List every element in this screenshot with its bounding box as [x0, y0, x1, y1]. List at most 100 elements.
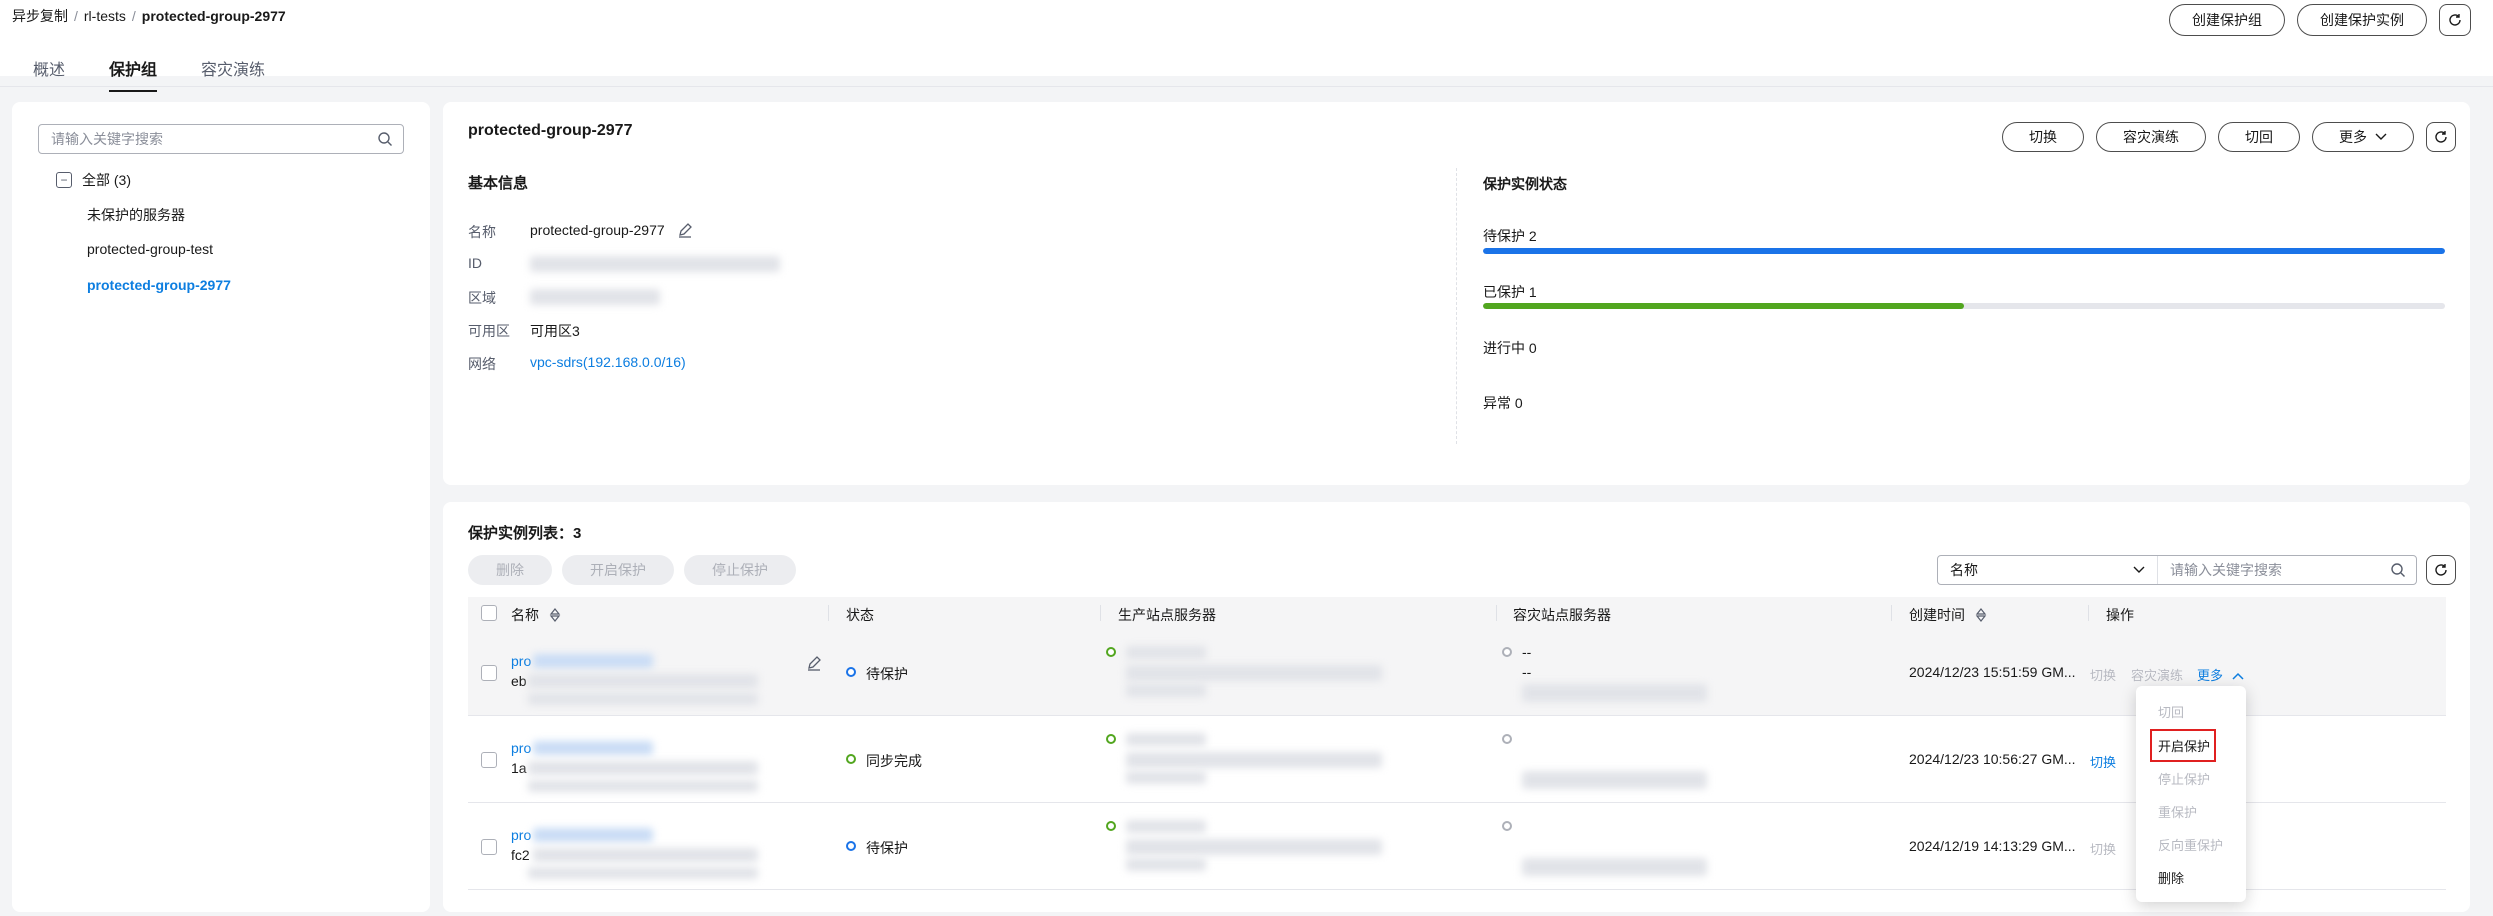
header-sep — [828, 605, 829, 621]
instance-id: fc2 — [511, 847, 530, 863]
tree-search — [38, 124, 404, 154]
dr-server-redacted — [1522, 858, 1707, 876]
search-icon[interactable] — [377, 131, 393, 147]
dr-status-dot — [1502, 647, 1512, 657]
row-checkbox[interactable] — [481, 665, 497, 681]
filter-search-icon-wrap[interactable] — [2390, 556, 2416, 584]
dr-drill-button[interactable]: 容灾演练 — [2096, 122, 2206, 152]
create-instance-button[interactable]: 创建保护实例 — [2297, 4, 2427, 36]
detail-actions: 切换 容灾演练 切回 更多 — [2002, 122, 2456, 152]
header-created[interactable]: 创建时间 — [1909, 605, 1987, 625]
az-value: 可用区3 — [530, 323, 580, 339]
tree-root-label: 全部 (3) — [82, 172, 131, 188]
instance-extra-redacted — [528, 780, 758, 792]
collapse-icon[interactable]: − — [56, 172, 72, 188]
menu-item-delete[interactable]: 删除 — [2158, 868, 2184, 887]
network-link[interactable]: vpc-sdrs(192.168.0.0/16) — [530, 354, 686, 370]
prod-server-redacted — [1126, 733, 1206, 746]
filter-search-input[interactable] — [2158, 556, 2390, 584]
instance-name-link[interactable]: pro — [511, 653, 531, 669]
menu-item-reverse-reprotect[interactable]: 反向重保护 — [2158, 835, 2223, 854]
list-filter: 名称 — [1937, 555, 2417, 585]
prod-server-detail-redacted — [1126, 839, 1382, 855]
failback-button[interactable]: 切回 — [2218, 122, 2300, 152]
refresh-button[interactable] — [2439, 4, 2471, 36]
sort-icon[interactable] — [549, 608, 561, 622]
dr-status-dot — [1502, 821, 1512, 831]
status-dot — [846, 667, 856, 677]
menu-item-failback[interactable]: 切回 — [2158, 702, 2184, 721]
start-protection-button[interactable]: 开启保护 — [562, 555, 674, 585]
prod-server-redacted — [1126, 646, 1206, 659]
row-checkbox[interactable] — [481, 839, 497, 855]
status-in-progress-label: 进行中 0 — [1483, 340, 1537, 356]
breadcrumb-item-async-replication[interactable]: 异步复制 — [12, 8, 68, 24]
name-value: protected-group-2977 — [530, 222, 693, 238]
row-checkbox[interactable] — [481, 752, 497, 768]
prod-server-redacted — [1126, 820, 1206, 833]
breadcrumb-item-project[interactable]: rl-tests — [84, 8, 126, 24]
created-time: 2024/12/23 10:56:27 GM... — [1909, 751, 2076, 767]
id-label: ID — [468, 255, 482, 271]
tab-protection-group[interactable]: 保护组 — [109, 56, 158, 92]
prod-server-extra-redacted — [1126, 684, 1206, 697]
header-name[interactable]: 名称 — [511, 605, 561, 625]
row-more-action[interactable]: 更多 — [2197, 665, 2244, 684]
header-name-label: 名称 — [511, 607, 539, 623]
switch-button[interactable]: 切换 — [2002, 122, 2084, 152]
delete-button[interactable]: 删除 — [468, 555, 552, 585]
group-title: protected-group-2977 — [468, 122, 633, 139]
more-button[interactable]: 更多 — [2312, 122, 2414, 152]
tab-dr-drill[interactable]: 容灾演练 — [201, 56, 265, 88]
prod-server-detail-redacted — [1126, 752, 1382, 768]
header-prod-server: 生产站点服务器 — [1118, 607, 1216, 623]
sort-icon[interactable] — [1975, 608, 1987, 622]
instance-name-redacted — [533, 828, 653, 842]
filter-field-select[interactable]: 名称 — [1938, 556, 2158, 584]
basic-info-title: 基本信息 — [468, 175, 529, 192]
row-drill-action[interactable]: 容灾演练 — [2131, 665, 2183, 684]
instance-name-link[interactable]: pro — [511, 740, 531, 756]
create-group-button[interactable]: 创建保护组 — [2169, 4, 2285, 36]
region-value-redacted — [530, 289, 660, 305]
breadcrumb: 异步复制 / rl-tests / protected-group-2977 — [12, 8, 286, 24]
list-refresh-button[interactable] — [2426, 555, 2456, 585]
prod-status-dot — [1106, 647, 1116, 657]
prod-status-dot — [1106, 821, 1116, 831]
tree-item-protected-group-test[interactable]: protected-group-test — [87, 241, 213, 257]
row-switch-action[interactable]: 切换 — [2090, 752, 2116, 771]
row-switch-action[interactable]: 切换 — [2090, 839, 2116, 858]
region-label: 区域 — [468, 290, 496, 306]
section-divider — [1456, 168, 1457, 444]
menu-item-start-protection[interactable]: 开启保护 — [2158, 736, 2210, 755]
tree-root[interactable]: − 全部 (3) — [56, 170, 131, 190]
dr-status-dot — [1502, 734, 1512, 744]
menu-item-stop-protection[interactable]: 停止保护 — [2158, 769, 2210, 788]
az-label: 可用区 — [468, 323, 510, 339]
instance-id-redacted — [533, 848, 758, 862]
detail-refresh-button[interactable] — [2426, 122, 2456, 152]
tree-search-input[interactable] — [39, 125, 359, 153]
group-detail-panel: protected-group-2977 切换 容灾演练 切回 更多 基本信息 … — [443, 102, 2470, 485]
created-time: 2024/12/23 15:51:59 GM... — [1909, 664, 2076, 680]
edit-icon[interactable] — [677, 222, 693, 238]
row-more-dropdown: 切回 开启保护 停止保护 重保护 反向重保护 删除 — [2136, 686, 2246, 902]
tree-item-protected-group-2977[interactable]: protected-group-2977 — [87, 277, 231, 293]
chevron-down-icon — [2133, 566, 2145, 573]
instance-extra-redacted — [528, 693, 758, 705]
instance-name-redacted — [533, 741, 653, 755]
tree-item-unprotected-servers[interactable]: 未保护的服务器 — [87, 205, 185, 225]
status-protected-bar — [1483, 303, 2445, 309]
stop-protection-button[interactable]: 停止保护 — [684, 555, 796, 585]
edit-icon[interactable] — [806, 655, 822, 671]
status-pending-bar — [1483, 248, 2445, 254]
row-switch-action[interactable]: 切换 — [2090, 665, 2116, 684]
tab-overview[interactable]: 概述 — [33, 56, 65, 88]
instance-name-link[interactable]: pro — [511, 827, 531, 843]
menu-item-reprotect[interactable]: 重保护 — [2158, 802, 2197, 821]
status-protected-label: 已保护 1 — [1483, 284, 1537, 300]
select-all-checkbox[interactable] — [481, 605, 497, 621]
status-protected-fill — [1483, 303, 1964, 309]
instance-id-redacted — [528, 674, 758, 688]
dr-server-redacted — [1522, 771, 1707, 789]
